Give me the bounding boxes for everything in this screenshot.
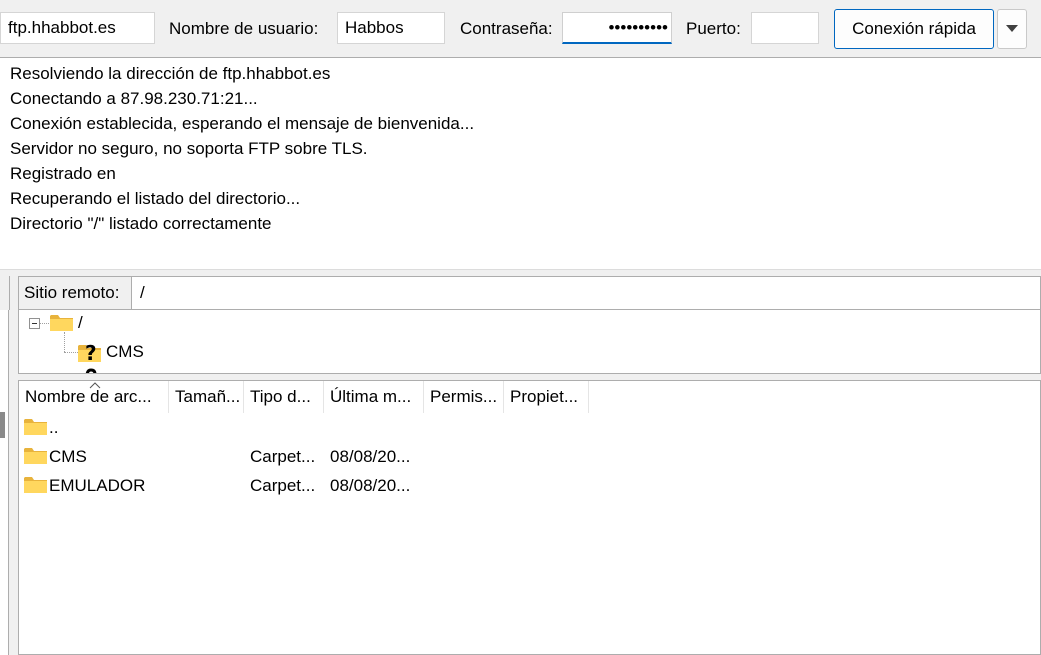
password-label: Contraseña: (460, 19, 553, 38)
tree-connector (64, 332, 65, 352)
unknown-folder-icon: ? (78, 342, 101, 364)
collapse-toggle-icon[interactable] (29, 318, 40, 329)
username-label: Nombre de usuario: (169, 19, 319, 38)
file-name: EMULADOR (49, 476, 146, 495)
remote-file-list[interactable]: Nombre de arc... Tamañ... Tipo d... Últi… (18, 380, 1041, 655)
file-name: CMS (49, 447, 87, 466)
quickconnect-bar: ftp.hhabbot.es Nombre de usuario: Habbos… (0, 0, 1041, 57)
list-item[interactable]: EMULADOR Carpet... 08/08/20... (19, 471, 1040, 500)
port-label: Puerto: (686, 19, 741, 38)
svg-text:?: ? (85, 342, 97, 364)
log-line: Servidor no seguro, no soporta FTP sobre… (10, 139, 368, 158)
message-log[interactable]: Resolviendo la dirección de ftp.hhabbot.… (0, 57, 1041, 269)
chevron-down-icon (1006, 25, 1018, 32)
log-line: Registrado en (10, 164, 116, 183)
quickconnect-button[interactable]: Conexión rápida (834, 9, 994, 49)
folder-icon (24, 477, 47, 493)
sort-ascending-icon (89, 382, 101, 389)
local-scrollbar-thumb[interactable] (0, 412, 5, 438)
username-input[interactable]: Habbos (337, 12, 445, 44)
host-input[interactable]: ftp.hhabbot.es (0, 12, 155, 44)
quickconnect-dropdown-button[interactable] (997, 9, 1027, 49)
log-line: Directorio "/" listado correctamente (10, 214, 272, 233)
remote-directory-tree[interactable]: / ? CMS (18, 310, 1041, 374)
tree-connector (40, 323, 49, 324)
log-line: Conectando a 87.98.230.71:21... (10, 89, 258, 108)
tree-connector (64, 352, 78, 353)
remote-path-input[interactable]: / (140, 277, 145, 309)
file-type: Carpet... (250, 476, 316, 495)
column-header-owner[interactable]: Propiet... (504, 381, 589, 413)
file-name: .. (49, 418, 59, 437)
tree-node-cms[interactable]: CMS (106, 340, 144, 364)
log-line: Resolviendo la dirección de ftp.hhabbot.… (10, 64, 331, 83)
folder-icon (24, 448, 47, 464)
horizontal-splitter[interactable] (0, 269, 1041, 276)
file-type: Carpet... (250, 447, 316, 466)
column-header-size[interactable]: Tamañ... (169, 381, 244, 413)
folder-icon (24, 419, 47, 435)
list-item[interactable]: .. (19, 413, 1040, 442)
list-item[interactable]: CMS Carpet... 08/08/20... (19, 442, 1040, 471)
file-modified: 08/08/20... (330, 476, 411, 495)
local-pane-edge (0, 276, 9, 655)
file-modified: 08/08/20... (330, 447, 411, 466)
tree-node-root[interactable]: / (78, 311, 83, 335)
column-header-type[interactable]: Tipo d... (244, 381, 324, 413)
remote-site-label: Sitio remoto: (19, 277, 132, 309)
local-site-bar-edge (0, 276, 10, 310)
log-line: Recuperando el listado del directorio... (10, 189, 301, 208)
column-header-modified[interactable]: Última m... (324, 381, 424, 413)
folder-icon (50, 315, 73, 331)
port-input[interactable] (751, 12, 819, 44)
column-header-permissions[interactable]: Permis... (424, 381, 504, 413)
remote-site-bar: Sitio remoto: / (18, 276, 1041, 310)
log-line: Conexión establecida, esperando el mensa… (10, 114, 475, 133)
password-input[interactable]: •••••••••• (562, 12, 672, 44)
